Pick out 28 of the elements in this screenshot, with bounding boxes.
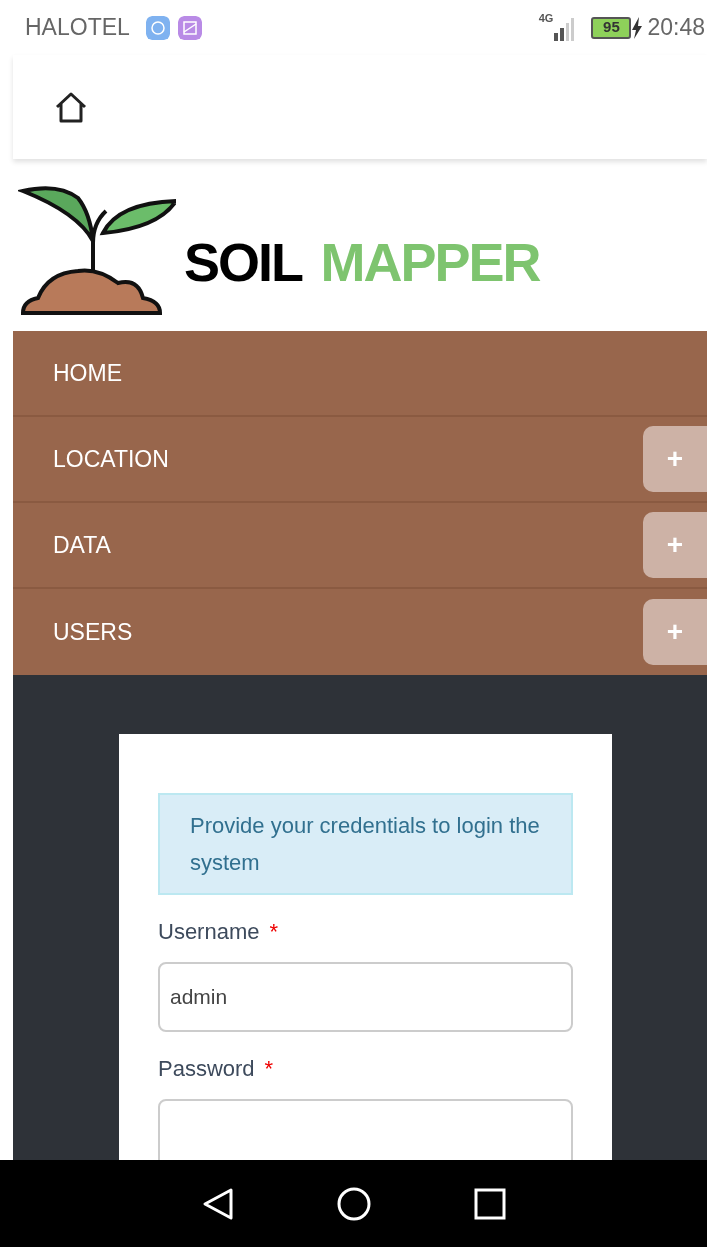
network-type: 4G: [538, 11, 554, 26]
required-mark: *: [269, 918, 279, 946]
input-field[interactable]: [158, 1099, 573, 1160]
seedling-logo-icon: [18, 183, 176, 317]
menu-item[interactable]: USERS +: [13, 589, 707, 675]
required-mark: *: [264, 1055, 274, 1083]
logo-text: MAPPER: [320, 232, 540, 292]
battery-level: 95: [591, 16, 632, 39]
menu-label: HOME: [53, 358, 122, 388]
field-label: Username: [158, 918, 260, 946]
menu-label: USERS: [53, 617, 133, 647]
info-alert: Provide your credentials to login the system: [158, 793, 573, 895]
menu-label: DATA: [53, 530, 111, 560]
menu-label: LOCATION: [53, 444, 169, 474]
menu-item[interactable]: LOCATION +: [13, 417, 707, 503]
home-icon[interactable]: [53, 90, 89, 124]
field-label: Password: [158, 1055, 255, 1083]
app-notification-icon: [145, 15, 170, 40]
menu-item[interactable]: HOME: [13, 331, 707, 417]
home-icon[interactable]: [337, 1186, 372, 1221]
recents-icon[interactable]: [473, 1187, 506, 1220]
logo-text: SOIL: [184, 232, 302, 292]
image-notification-icon: [177, 15, 202, 40]
clock: 20:48: [647, 13, 705, 43]
menu-item[interactable]: DATA +: [13, 503, 707, 589]
carrier-name: HALOTEL: [25, 13, 130, 43]
back-icon[interactable]: [201, 1186, 236, 1221]
input-field[interactable]: admin: [158, 962, 573, 1032]
